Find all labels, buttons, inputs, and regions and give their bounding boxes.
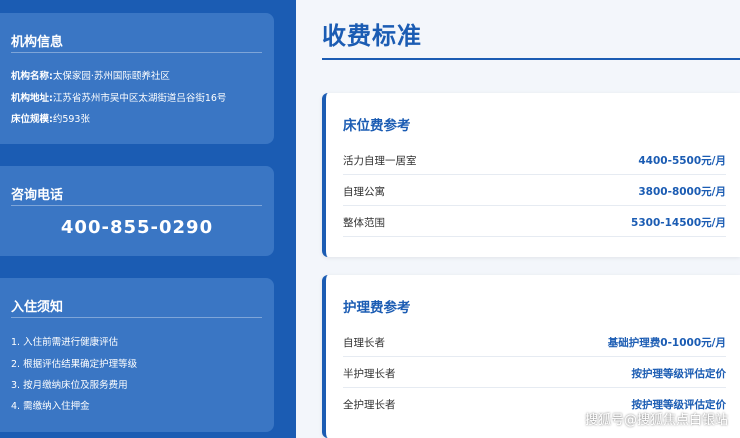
org-name-value: 太保家园·苏州国际颐养社区 — [52, 71, 170, 82]
notice-item: 1. 入住前需进行健康评估 — [11, 337, 119, 348]
org-address-value: 江苏省苏州市吴中区太湖街道吕谷街16号 — [52, 93, 227, 104]
org-beds-line: 床位规模:约593张 — [11, 111, 90, 125]
org-info-title: 机构信息 — [11, 35, 64, 50]
fee-row-label: 自理长者 — [343, 337, 385, 349]
fee-row-value: 5300-14500元/月 — [631, 217, 726, 229]
org-beds-label: 床位规模: — [11, 114, 53, 125]
org-name-line: 机构名称:太保家园·苏州国际颐养社区 — [11, 68, 170, 82]
card-divider — [11, 205, 262, 206]
org-address-line: 机构地址:江苏省苏州市吴中区太湖街道吕谷街16号 — [11, 90, 226, 104]
card-divider — [11, 317, 262, 318]
org-beds-value: 约593张 — [52, 114, 90, 125]
org-info-card: 机构信息 机构名称:太保家园·苏州国际颐养社区 机构地址:江苏省苏州市吴中区太湖… — [0, 13, 274, 144]
fee-row-label: 自理公寓 — [343, 186, 385, 198]
notice-card: 入住须知 1. 入住前需进行健康评估 2. 根据评估结果确定护理等级 3. 按月… — [0, 278, 274, 432]
fee-row: 自理公寓 3800-8000元/月 — [343, 176, 726, 206]
notice-item: 4. 需缴纳入住押金 — [11, 401, 90, 412]
fee-row-label: 半护理长者 — [343, 368, 396, 380]
main-content: 收费标准 床位费参考 活力自理一居室 4400-5500元/月 自理公寓 380… — [296, 0, 740, 438]
watermark: 搜狐号@搜狐焦点白银站 — [584, 413, 728, 428]
contact-card: 咨询电话 400-855-0290 — [0, 166, 274, 256]
sidebar: 机构信息 机构名称:太保家园·苏州国际颐养社区 机构地址:江苏省苏州市吴中区太湖… — [0, 0, 296, 438]
fee-row: 活力自理一居室 4400-5500元/月 — [343, 145, 726, 175]
contact-phone-number[interactable]: 400-855-0290 — [0, 217, 274, 238]
care-fee-title: 护理费参考 — [343, 300, 411, 316]
fee-row-value: 4400-5500元/月 — [638, 155, 726, 167]
notice-item: 2. 根据评估结果确定护理等级 — [11, 359, 138, 370]
fee-row-label: 全护理长者 — [343, 399, 396, 411]
fee-row-value: 基础护理费0-1000元/月 — [607, 337, 726, 349]
bed-fee-card: 床位费参考 活力自理一居室 4400-5500元/月 自理公寓 3800-800… — [322, 93, 740, 257]
bed-fee-title: 床位费参考 — [343, 118, 411, 134]
fee-row-label: 整体范围 — [343, 217, 385, 229]
org-name-label: 机构名称: — [11, 71, 53, 82]
notice-title: 入住须知 — [11, 300, 64, 315]
org-address-label: 机构地址: — [11, 93, 53, 104]
fee-row: 半护理长者 按护理等级评估定价 — [343, 358, 726, 388]
notice-item: 3. 按月缴纳床位及服务费用 — [11, 380, 128, 391]
page-title: 收费标准 — [322, 22, 422, 50]
card-divider — [11, 52, 262, 53]
contact-title: 咨询电话 — [11, 188, 64, 203]
fee-row-value: 3800-8000元/月 — [638, 186, 726, 198]
title-underline — [322, 58, 740, 60]
fee-row: 自理长者 基础护理费0-1000元/月 — [343, 327, 726, 357]
fee-row: 整体范围 5300-14500元/月 — [343, 207, 726, 237]
fee-row-value: 按护理等级评估定价 — [631, 368, 727, 380]
fee-row-label: 活力自理一居室 — [343, 155, 417, 167]
